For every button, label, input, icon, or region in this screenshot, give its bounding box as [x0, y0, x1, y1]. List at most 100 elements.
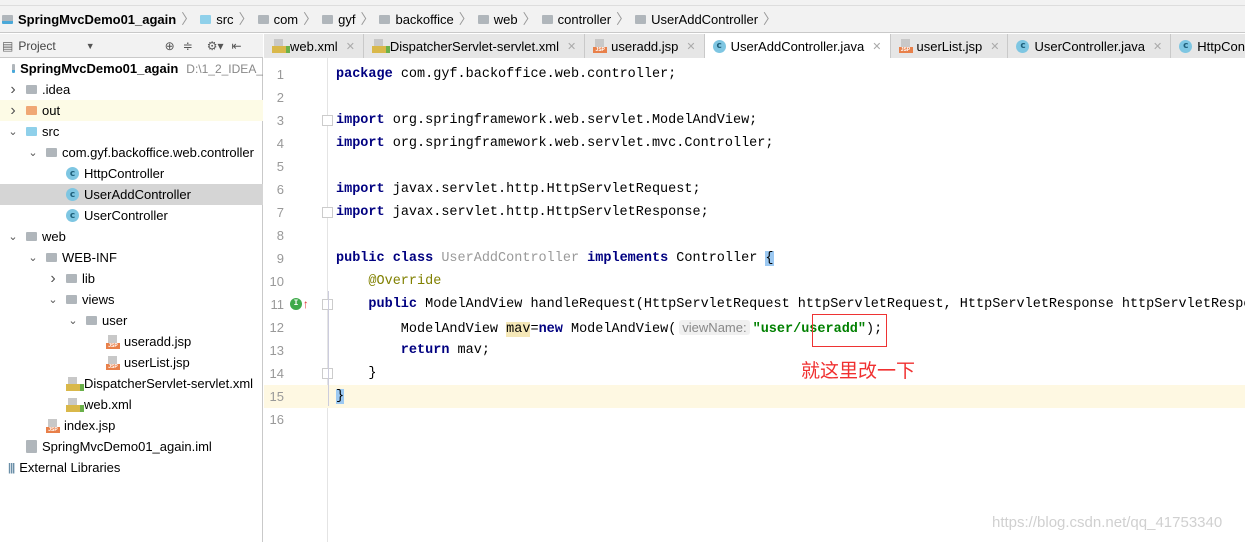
tab-useradd-jsp[interactable]: useradd.jsp ✕ [585, 34, 705, 58]
code-token: implements [587, 251, 669, 266]
breadcrumb: SpringMvcDemo01_again 〉 src 〉 com 〉 gyf 〉 backof… [0, 6, 1245, 33]
chevron-down-icon[interactable]: ⌄ [6, 125, 20, 138]
tree-item-label: SpringMvcDemo01_again.iml [42, 439, 212, 454]
tree-item-label: lib [82, 271, 96, 286]
tree-item-label: UserController [84, 208, 168, 223]
close-icon[interactable]: ✕ [567, 40, 576, 53]
line-number: 11 [270, 297, 285, 312]
code-line[interactable]: 7 import javax.servlet.http.HttpServletRe… [264, 201, 1245, 224]
tab-httpcontro[interactable]: c HttpContro [1171, 34, 1245, 58]
indent-guide [328, 291, 329, 406]
tree-item[interactable]: ⌄ src [0, 121, 263, 142]
code-editor[interactable]: 1 package com.gyf.backoffice.web.controll… [264, 58, 1245, 542]
close-icon[interactable]: ✕ [1153, 40, 1162, 53]
fold-marker-icon[interactable] [322, 115, 333, 126]
chevron-down-icon[interactable]: ▼ [86, 41, 95, 51]
tree-item[interactable]: ⌄ views [0, 289, 263, 310]
tree-item[interactable]: ⌄ user [0, 310, 263, 331]
code-line[interactable]: 1 package com.gyf.backoffice.web.controll… [264, 63, 1245, 86]
fold-marker-icon[interactable] [322, 207, 333, 218]
breadcrumb-item[interactable]: src 〉 [200, 9, 257, 29]
breadcrumb-item[interactable]: web 〉 [477, 9, 542, 29]
code-line[interactable]: 16 [264, 408, 1245, 431]
breadcrumb-item[interactable]: SpringMvcDemo01_again 〉 [2, 9, 200, 29]
code-line[interactable]: 12 ModelAndView mav=new ModelAndView(vie… [264, 316, 1245, 339]
tree-item-label: userList.jsp [124, 355, 190, 370]
tree-item[interactable]: useradd.jsp [0, 331, 263, 352]
line-number: 6 [276, 182, 284, 197]
code-line[interactable]: 4 import org.springframework.web.servlet.… [264, 132, 1245, 155]
tab-userlist-jsp[interactable]: userList.jsp ✕ [890, 34, 1009, 58]
tab-web-xml[interactable]: web.xml ✕ [264, 34, 364, 58]
tree-item[interactable]: › .idea [0, 79, 263, 100]
tab-useraddcontroller-java[interactable]: c UserAddController.java ✕ [704, 34, 891, 58]
tree-item[interactable]: index.jsp [0, 415, 263, 436]
tree-item[interactable]: web.xml [0, 394, 263, 415]
code-text: ModelAndView mav=new ModelAndView(viewNa… [336, 316, 882, 341]
close-icon[interactable]: ✕ [990, 40, 999, 53]
code-token: viewName: [679, 320, 750, 335]
tree-item[interactable]: SpringMvcDemo01_again.iml [0, 436, 263, 457]
tree-item[interactable]: ||| External Libraries [0, 457, 263, 478]
folder-icon [46, 148, 57, 157]
class-icon: c [66, 167, 79, 180]
jsp-file-icon [106, 334, 120, 349]
chevron-down-icon[interactable]: ⌄ [26, 251, 40, 264]
close-icon[interactable]: ✕ [686, 40, 695, 53]
code-line[interactable]: 14 } [264, 362, 1245, 385]
tree-item[interactable]: ⌄ WEB-INF [0, 247, 263, 268]
tree-item[interactable]: SpringMvcDemo01_again D:\1_2_IDEA_ [0, 58, 263, 79]
breadcrumb-item[interactable]: controller 〉 [541, 9, 635, 29]
code-token: mav [506, 322, 531, 337]
tree-item[interactable]: userList.jsp [0, 352, 263, 373]
breadcrumb-label: backoffice [395, 11, 454, 27]
tree-item[interactable]: › lib [0, 268, 263, 289]
folder-icon [26, 127, 37, 136]
project-view-selector[interactable]: Project [18, 39, 55, 53]
chevron-down-icon[interactable]: ⌄ [6, 230, 20, 243]
code-line[interactable]: 3 import org.springframework.web.servlet.… [264, 109, 1245, 132]
tree-item[interactable]: c UserAddController [0, 184, 263, 205]
chevron-right-icon[interactable]: › [6, 81, 20, 99]
code-line[interactable]: 5 [264, 155, 1245, 178]
breadcrumb-item[interactable]: UserAddController 〉 [635, 9, 782, 29]
code-text: @Override [336, 270, 441, 293]
collapse-icon[interactable]: ≑ [183, 39, 193, 53]
folder-icon [379, 14, 391, 24]
chevron-down-icon[interactable]: ⌄ [26, 146, 40, 159]
close-icon[interactable]: ✕ [346, 40, 355, 53]
tree-item[interactable]: DispatcherServlet-servlet.xml [0, 373, 263, 394]
hide-panel-icon[interactable]: ⇤ [232, 39, 242, 53]
implements-gutter-icon[interactable]: I [290, 298, 302, 310]
tab-dispatcherservlet-servlet-xml[interactable]: DispatcherServlet-servlet.xml ✕ [363, 34, 586, 58]
tree-item-label: UserAddController [84, 187, 191, 202]
breadcrumb-item[interactable]: com 〉 [257, 9, 323, 29]
code-line[interactable]: 13 return mav; [264, 339, 1245, 362]
tab-label: DispatcherServlet-servlet.xml [389, 38, 559, 54]
code-line[interactable]: 9 public class UserAddController implemen… [264, 247, 1245, 270]
chevron-right-icon[interactable]: › [6, 102, 20, 120]
tree-item[interactable]: c HttpController [0, 163, 263, 184]
code-text: public class UserAddController implement… [336, 247, 774, 270]
tree-item[interactable]: c UserController [0, 205, 263, 226]
code-line[interactable]: 6 import javax.servlet.http.HttpServletRe… [264, 178, 1245, 201]
watermark: https://blog.csdn.net/qq_41753340 [992, 514, 1223, 531]
tree-item[interactable]: ⌄ com.gyf.backoffice.web.controller [0, 142, 263, 163]
chevron-down-icon[interactable]: ⌄ [46, 293, 60, 306]
breadcrumb-item[interactable]: backoffice 〉 [379, 9, 477, 29]
locate-icon[interactable]: ⊕ [165, 39, 175, 53]
code-line[interactable]: 15} [264, 385, 1245, 408]
chevron-right-icon[interactable]: › [46, 270, 60, 288]
folder-icon [322, 14, 334, 24]
code-line[interactable]: 2 [264, 86, 1245, 109]
tree-item[interactable]: ⌄ web [0, 226, 263, 247]
code-line[interactable]: 8 [264, 224, 1245, 247]
tab-usercontroller-java[interactable]: c UserController.java ✕ [1008, 34, 1172, 58]
breadcrumb-item[interactable]: gyf 〉 [322, 9, 379, 29]
code-line[interactable]: 11 I ↑ public ModelAndView handleRequest(H… [264, 293, 1245, 316]
close-icon[interactable]: ✕ [872, 40, 881, 53]
tree-item[interactable]: › out [0, 100, 263, 121]
code-line[interactable]: 10 @Override [264, 270, 1245, 293]
gear-icon[interactable]: ⚙▾ [207, 39, 224, 53]
chevron-down-icon[interactable]: ⌄ [66, 314, 80, 327]
